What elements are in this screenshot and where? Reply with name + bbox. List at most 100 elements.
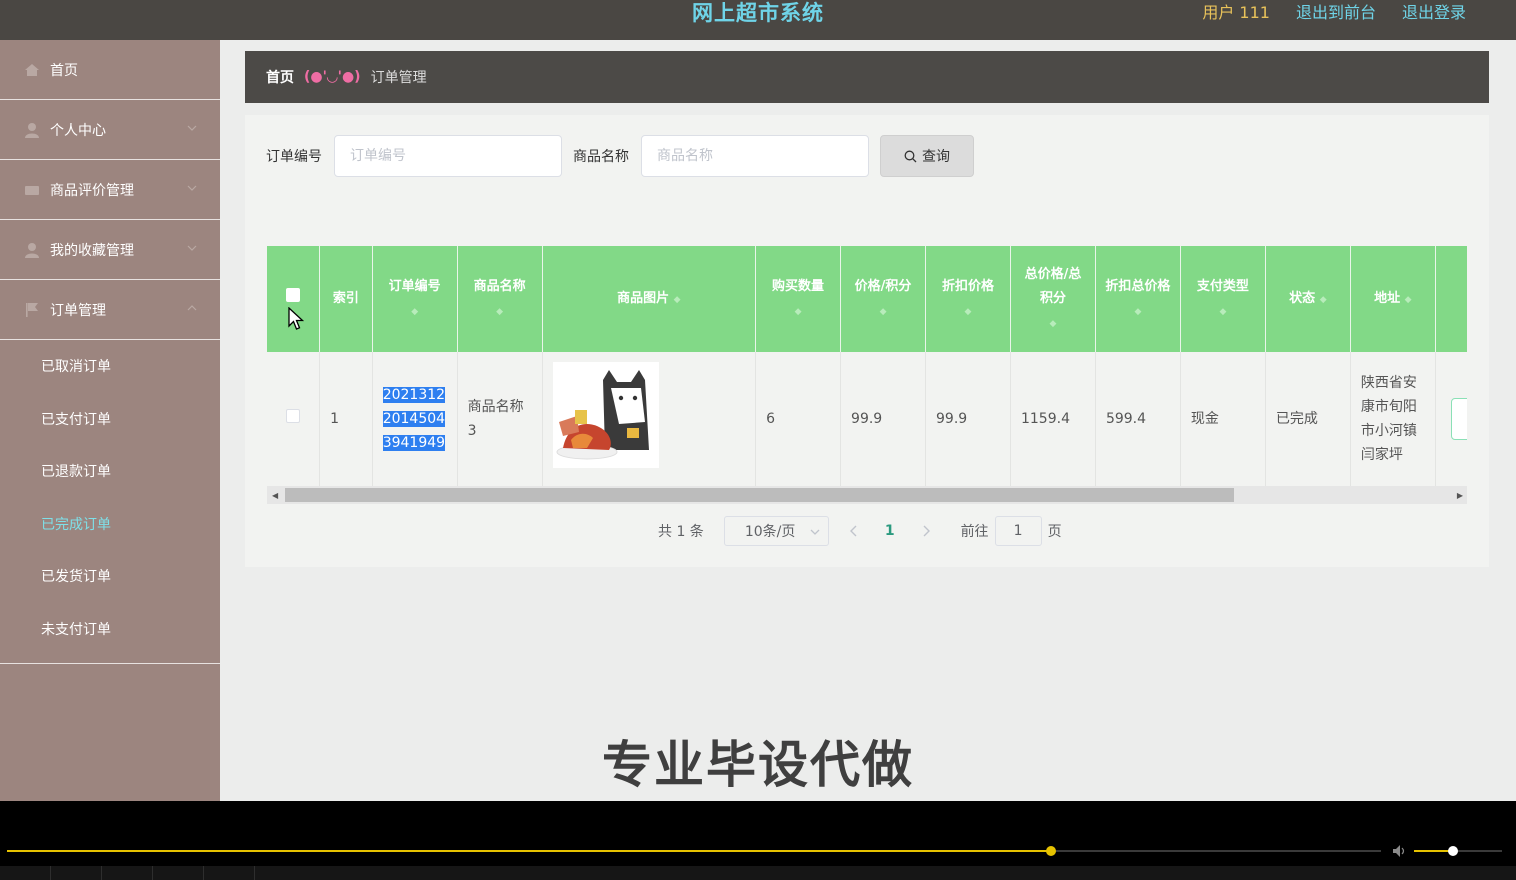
- video-progress-fill: [7, 850, 1052, 852]
- sidebar-item-favorites[interactable]: 我的收藏管理: [0, 220, 220, 280]
- sort-icon[interactable]: ◆: [674, 288, 681, 312]
- product-image: [552, 361, 659, 468]
- order-no-line: 2021312: [382, 386, 446, 403]
- video-progress-bar[interactable]: [7, 846, 1381, 856]
- column-header-product-name[interactable]: 商品名称 ◆: [457, 246, 543, 352]
- row-checkbox[interactable]: [286, 408, 301, 423]
- sidebar-item-personal[interactable]: 个人中心: [0, 100, 220, 160]
- chevron-left-icon: [849, 525, 857, 537]
- column-header-discount-total[interactable]: 折扣总价格 ◆: [1095, 246, 1181, 352]
- sidebar-item-orders[interactable]: 订单管理: [0, 280, 220, 340]
- column-header-total[interactable]: 总价格/总积分 ◆: [1010, 246, 1096, 352]
- cell-pay-type: 现金: [1180, 352, 1266, 487]
- sort-icon[interactable]: ◆: [1050, 312, 1057, 336]
- top-right-links: 用户 111 退出到前台 退出登录: [1202, 0, 1466, 23]
- submenu-item-refunded[interactable]: 已退款订单: [0, 445, 220, 498]
- query-button[interactable]: 查询: [880, 135, 974, 177]
- chevron-right-icon: [923, 525, 930, 537]
- page-suffix: 页: [1047, 524, 1062, 540]
- user-icon: [24, 242, 40, 258]
- flag-icon: [24, 302, 40, 318]
- sort-icon[interactable]: ◆: [1405, 288, 1412, 312]
- column-header-order-no[interactable]: 订单编号 ◆: [372, 246, 458, 352]
- select-all-cell: [267, 246, 321, 352]
- prev-page-button[interactable]: [839, 525, 869, 537]
- logout-link[interactable]: 退出登录: [1402, 0, 1466, 23]
- submenu-item-unpaid[interactable]: 未支付订单: [0, 603, 220, 656]
- table-header-row: 索引 订单编号 ◆ 商品名称 ◆ 商品图片 ◆ 购买数量 ◆ 价格/积分 ◆ 折扣价格…: [267, 246, 1467, 352]
- sort-icon[interactable]: ◆: [1134, 300, 1141, 324]
- sort-icon[interactable]: ◆: [1219, 300, 1226, 324]
- volume-fill: [1414, 850, 1453, 852]
- select-all-checkbox[interactable]: [286, 288, 301, 302]
- volume-knob[interactable]: [1447, 846, 1458, 856]
- order-no-line: 3941949: [382, 434, 446, 451]
- submenu-item-shipped[interactable]: 已发货订单: [0, 550, 220, 603]
- current-user: 用户 111: [1202, 3, 1270, 22]
- sort-icon[interactable]: ◆: [411, 300, 418, 324]
- exit-to-front-link[interactable]: 退出到前台: [1296, 0, 1376, 23]
- column-header-product-image[interactable]: 商品图片 ◆: [542, 246, 757, 352]
- cell-total: 1159.4: [1010, 352, 1096, 487]
- column-header-status[interactable]: 状态 ◆: [1265, 246, 1351, 352]
- order-no-line: 2014504: [382, 410, 446, 427]
- sort-icon[interactable]: ◆: [880, 300, 887, 324]
- cell-index: 1: [319, 352, 373, 487]
- column-header-qty[interactable]: 购买数量 ◆: [755, 246, 842, 352]
- column-header-pay-type[interactable]: 支付类型 ◆: [1180, 246, 1266, 352]
- column-header-discount-price[interactable]: 折扣价格 ◆: [925, 246, 1011, 352]
- sidebar-item-review[interactable]: 商品评价管理: [0, 160, 220, 220]
- chevron-down-icon: [187, 245, 197, 251]
- scroll-left-icon[interactable]: ◀: [272, 491, 278, 500]
- query-button-label: 查询: [922, 149, 950, 165]
- sidebar-item-home[interactable]: 首页: [0, 40, 220, 100]
- orders-submenu: 已取消订单 已支付订单 已退款订单 已完成订单 已发货订单 未支付订单: [0, 340, 220, 664]
- sort-icon[interactable]: ◆: [965, 300, 972, 324]
- breadcrumb-current: 订单管理: [370, 70, 427, 86]
- breadcrumb-home[interactable]: 首页: [266, 67, 294, 87]
- table-horizontal-scrollbar[interactable]: ◀ ▶: [267, 486, 1467, 504]
- comment-icon: [24, 182, 40, 198]
- mouse-cursor-icon: [288, 307, 304, 330]
- goto-label: 前往: [960, 524, 989, 540]
- sort-icon[interactable]: ◆: [1320, 288, 1327, 312]
- taskbar-slot: [204, 866, 255, 880]
- submenu-item-completed[interactable]: 已完成订单: [0, 498, 220, 551]
- volume-icon[interactable]: [1392, 844, 1408, 858]
- column-header-index[interactable]: 索引: [319, 246, 373, 352]
- column-header-address[interactable]: 地址 ◆: [1350, 246, 1436, 352]
- taskbar-slot: [153, 866, 204, 880]
- scroll-right-icon[interactable]: ▶: [1457, 491, 1463, 500]
- taskbar-slot: [102, 866, 153, 880]
- column-header-price[interactable]: 价格/积分 ◆: [840, 246, 927, 352]
- sort-icon[interactable]: ◆: [795, 300, 802, 324]
- cell-order-no: 2021312 2014504 3941949: [372, 352, 458, 487]
- scroll-thumb[interactable]: [285, 488, 1234, 502]
- cell-qty: 6: [755, 352, 842, 487]
- submenu-item-paid[interactable]: 已支付订单: [0, 393, 220, 446]
- submenu-item-cancelled[interactable]: 已取消订单: [0, 340, 220, 393]
- sort-icon[interactable]: ◆: [496, 300, 503, 324]
- page-size-select[interactable]: 10条/页: [723, 516, 829, 546]
- orders-table: 索引 订单编号 ◆ 商品名称 ◆ 商品图片 ◆ 购买数量 ◆ 价格/积分 ◆ 折扣价格…: [267, 246, 1467, 504]
- user-icon: [24, 122, 40, 138]
- page-number-current[interactable]: 1: [885, 523, 895, 539]
- detail-button[interactable]: 详: [1450, 397, 1467, 440]
- order-no-input[interactable]: [334, 135, 562, 177]
- cell-price: 99.9: [840, 352, 927, 487]
- breadcrumb: 首页 (●'◡'●) 订单管理: [245, 51, 1489, 103]
- chevron-down-icon: [810, 529, 820, 535]
- watermark-text: 专业毕设代做: [602, 736, 914, 794]
- search-form: 订单编号 商品名称 查询: [266, 135, 974, 177]
- cell-address: 陕西省安 康市旬阳 市小河镇 闫家坪: [1350, 352, 1436, 487]
- goto-page-input[interactable]: 1: [994, 516, 1042, 546]
- table-row: 1 2021312 2014504 3941949 商品名称 3 6 99.9 …: [267, 352, 1467, 487]
- product-name-label: 商品名称: [573, 149, 629, 165]
- next-page-button[interactable]: [911, 525, 941, 537]
- sidebar-item-label: 商品评价管理: [50, 182, 134, 199]
- pagination: 共 1 条 10条/页 1 前往 1 页: [658, 516, 1062, 546]
- volume-slider[interactable]: [1414, 846, 1502, 856]
- search-icon: [904, 150, 917, 162]
- cell-discount-total: 599.4: [1095, 352, 1181, 487]
- product-name-input[interactable]: [641, 135, 869, 177]
